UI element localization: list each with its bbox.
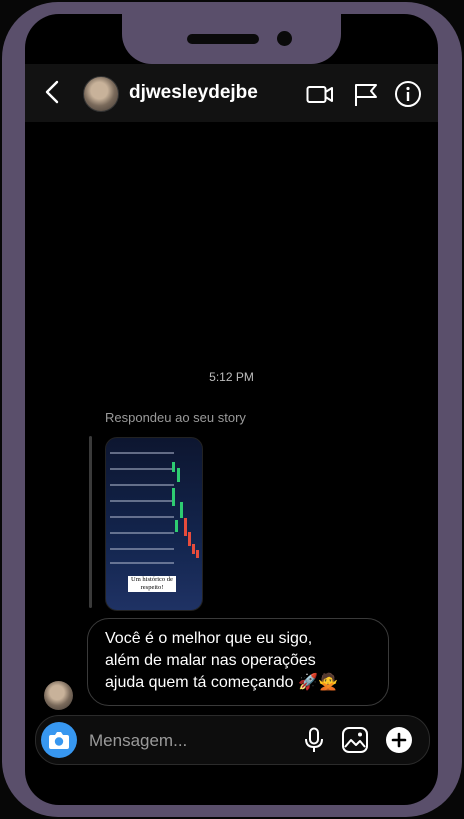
info-icon[interactable] [394,80,422,108]
username[interactable]: djwesleydejbe [129,82,258,104]
camera-button[interactable] [41,722,77,758]
message-timestamp: 5:12 PM [209,370,254,384]
message-text: Você é o melhor que eu sigo, além de mal… [105,630,338,691]
story-caption: Um histórico de respeito! [128,576,176,592]
avatar[interactable] [83,76,119,112]
story-reply-label: Respondeu ao seu story [105,410,246,425]
camera-icon [49,732,69,749]
speaker-grille [187,34,259,44]
message-input[interactable] [89,730,289,752]
trading-chart-graphic [172,462,199,558]
microphone-icon[interactable] [300,726,328,754]
chat-header: djwesleydejbe [25,64,438,122]
sender-avatar[interactable] [44,681,73,710]
gallery-icon[interactable] [341,726,369,754]
phone-notch [122,12,341,64]
video-call-icon[interactable] [306,80,334,108]
flag-icon[interactable] [352,80,380,108]
front-camera [277,31,292,46]
story-thumbnail[interactable]: Um histórico de respeito! [105,437,203,611]
add-icon[interactable] [385,726,413,754]
message-composer [35,715,430,765]
chat-screen: djwesleydejbe 5:12 PM Respondeu ao seu s… [25,14,438,805]
back-icon[interactable] [39,78,67,106]
reply-indicator-bar [89,436,92,608]
